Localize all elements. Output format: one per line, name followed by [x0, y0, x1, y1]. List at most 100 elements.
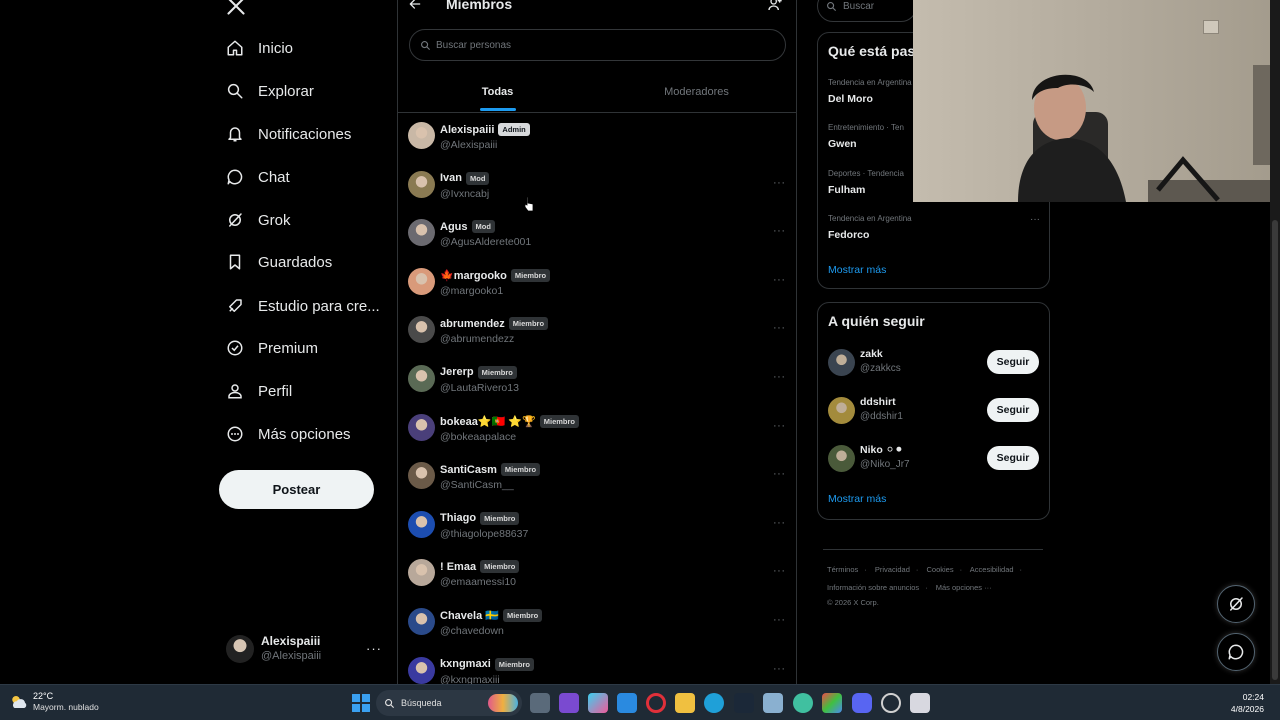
search-people-input[interactable]: [436, 39, 756, 51]
avatar[interactable]: [408, 267, 435, 295]
taskbar-search[interactable]: Búsqueda: [376, 690, 522, 716]
explore-search-field[interactable]: Buscar: [817, 0, 917, 22]
footer-link-anuncios[interactable]: Información sobre anuncios: [827, 583, 919, 592]
more-horizontal-icon[interactable]: ···: [773, 565, 786, 577]
pen-app-icon[interactable]: [559, 693, 579, 713]
members-list: Alexispaiii Admin @Alexispaiii Ivan Mod @Ivxn…: [398, 113, 796, 684]
avatar[interactable]: [408, 122, 435, 149]
trend-item[interactable]: Tendencia en Argentina Fedorco ···: [828, 214, 1040, 241]
notepad-icon[interactable]: [910, 693, 930, 713]
tab-moderadores[interactable]: Moderadores: [597, 72, 796, 112]
follow-suggestion[interactable]: Niko ⚪⚫ @Niko_Jr7 Seguir: [828, 441, 1040, 477]
avatar[interactable]: [408, 607, 435, 635]
xbox-icon[interactable]: [793, 693, 813, 713]
page-scrollbar[interactable]: [1270, 0, 1280, 684]
weather-widget[interactable]: 22°C Mayorm. nublado: [10, 691, 99, 713]
follow-suggestion[interactable]: zakk @zakkcs Seguir: [828, 345, 1040, 381]
file-explorer-icon[interactable]: [675, 693, 695, 713]
grok-floating-button[interactable]: [1217, 585, 1255, 623]
avatar[interactable]: [828, 349, 855, 376]
messages-floating-button[interactable]: [1217, 633, 1255, 671]
more-horizontal-icon[interactable]: ···: [773, 274, 786, 286]
avatar[interactable]: [408, 656, 435, 684]
member-row[interactable]: Chavela 🇸🇪 Miembro @chavedown ···: [398, 599, 796, 648]
nav-item-notificaciones[interactable]: Notificaciones: [222, 116, 351, 152]
scrollbar-thumb[interactable]: [1272, 220, 1278, 680]
avatar[interactable]: [408, 316, 435, 344]
avatar[interactable]: [408, 559, 435, 587]
member-row[interactable]: kxngmaxi Miembro @kxngmaxiii ···: [398, 648, 796, 684]
colorful-app-icon[interactable]: [822, 693, 842, 713]
windows-start-icon[interactable]: [351, 693, 371, 713]
more-horizontal-icon[interactable]: ···: [773, 614, 786, 626]
footer-link-terminos[interactable]: Términos: [827, 565, 858, 574]
member-row[interactable]: Jererp Miembro @LautaRivero13 ···: [398, 356, 796, 405]
account-switcher[interactable]: Alexispaiii @Alexispaiii ···: [226, 631, 386, 667]
search-people-field[interactable]: [409, 29, 786, 61]
obs-icon[interactable]: [881, 693, 901, 713]
nav-item-mas-opciones[interactable]: Más opciones: [222, 416, 351, 452]
member-row[interactable]: ! Emaa Miembro @emaamessi10 ···: [398, 550, 796, 599]
footer-link-cookies[interactable]: Cookies: [926, 565, 953, 574]
nav-item-grok[interactable]: Grok: [222, 202, 291, 238]
avatar[interactable]: [408, 364, 435, 392]
nav-item-inicio[interactable]: Inicio: [222, 30, 293, 66]
nav-item-explorar[interactable]: Explorar: [222, 73, 314, 109]
trends-show-more-link[interactable]: Mostrar más: [828, 264, 886, 276]
nav-item-chat[interactable]: Chat: [222, 159, 290, 195]
follow-suggestion[interactable]: ddshirt @ddshir1 Seguir: [828, 393, 1040, 429]
nav-item-perfil[interactable]: Perfil: [222, 373, 292, 409]
more-horizontal-icon[interactable]: ···: [1030, 214, 1040, 225]
system-clock[interactable]: 02:24 4/8/2026: [1231, 691, 1264, 715]
follow-button[interactable]: Seguir: [987, 350, 1039, 374]
follow-show-more-link[interactable]: Mostrar más: [828, 493, 886, 505]
more-horizontal-icon[interactable]: ···: [773, 468, 786, 480]
store-icon[interactable]: [617, 693, 637, 713]
footer-link-privacidad[interactable]: Privacidad: [875, 565, 910, 574]
follow-button[interactable]: Seguir: [987, 398, 1039, 422]
avatar[interactable]: [828, 445, 855, 472]
who-to-follow-title: A quién seguir: [828, 313, 925, 329]
edge-icon[interactable]: [704, 693, 724, 713]
avatar[interactable]: [408, 219, 435, 247]
avatar[interactable]: [408, 170, 435, 198]
footer-link-accesibilidad[interactable]: Accesibilidad: [970, 565, 1014, 574]
avatar[interactable]: [408, 510, 435, 538]
member-row[interactable]: abrumendez Miembro @abrumendezz ···: [398, 307, 796, 356]
post-button[interactable]: Postear: [219, 470, 374, 509]
steam-icon[interactable]: [734, 693, 754, 713]
follow-button[interactable]: Seguir: [987, 446, 1039, 470]
nav-item-premium[interactable]: Premium: [222, 330, 318, 366]
copilot-icon[interactable]: [588, 693, 608, 713]
more-horizontal-icon[interactable]: ···: [773, 322, 786, 334]
tab-todas[interactable]: Todas: [398, 72, 597, 112]
more-horizontal-icon[interactable]: ···: [366, 641, 382, 656]
more-horizontal-icon[interactable]: ···: [773, 177, 786, 189]
member-row[interactable]: Agus Mod @AgusAlderete001 ···: [398, 210, 796, 259]
member-row[interactable]: Alexispaiii Admin @Alexispaiii: [398, 113, 796, 162]
more-horizontal-icon[interactable]: ···: [773, 517, 786, 529]
more-horizontal-icon[interactable]: ···: [773, 225, 786, 237]
member-row[interactable]: 🍁margooko Miembro @margooko1 ···: [398, 259, 796, 308]
member-row[interactable]: Ivan Mod @Ivxncabj ···: [398, 162, 796, 211]
back-arrow-icon[interactable]: [408, 0, 422, 11]
member-name: kxngmaxi: [440, 658, 491, 671]
photos-icon[interactable]: [763, 693, 783, 713]
more-horizontal-icon[interactable]: ···: [773, 420, 786, 432]
nav-item-guardados[interactable]: Guardados: [222, 244, 332, 280]
nav-item-estudio[interactable]: Estudio para cre...: [222, 288, 380, 324]
x-logo-icon[interactable]: [226, 0, 246, 16]
footer-link-mas-opciones[interactable]: Más opciones ···: [936, 583, 992, 592]
task-view-icon[interactable]: [530, 693, 550, 713]
add-person-icon[interactable]: [767, 0, 783, 12]
member-row[interactable]: Thiago Miembro @thiagolope88637 ···: [398, 502, 796, 551]
discord-icon[interactable]: [852, 693, 872, 713]
avatar[interactable]: [408, 413, 435, 441]
more-horizontal-icon[interactable]: ···: [773, 371, 786, 383]
opera-icon[interactable]: [646, 693, 666, 713]
avatar[interactable]: [408, 462, 435, 490]
more-horizontal-icon[interactable]: ···: [773, 663, 786, 675]
avatar[interactable]: [828, 397, 855, 424]
member-row[interactable]: SantiCasm Miembro @SantiCasm__ ···: [398, 453, 796, 502]
member-row[interactable]: bokeaa⭐🇵🇹 ⭐🏆 Miembro @bokeaapalace ···: [398, 405, 796, 454]
